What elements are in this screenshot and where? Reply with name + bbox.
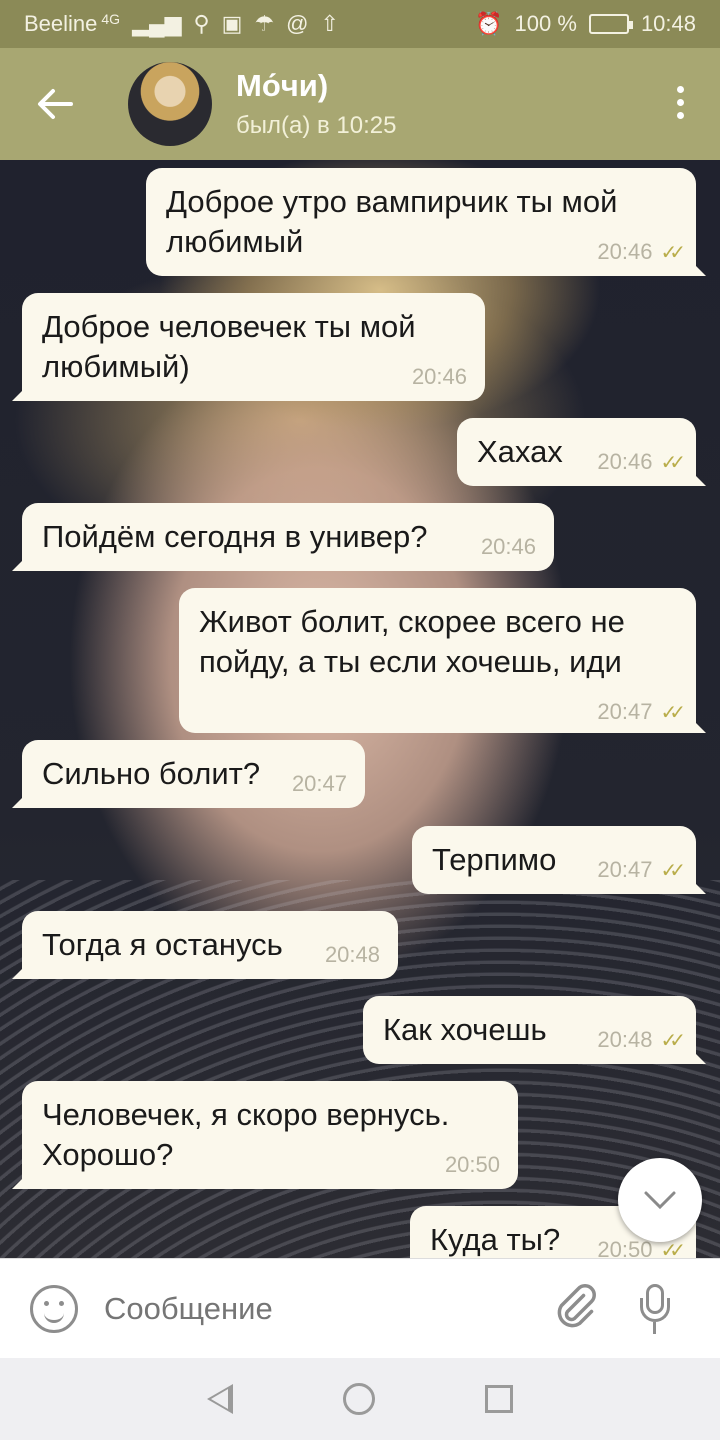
message-time: 20:48 (597, 1027, 653, 1052)
clock: 10:48 (640, 11, 696, 36)
message-time: 20:50 (444, 1152, 500, 1177)
nav-home-icon[interactable] (343, 1383, 375, 1415)
scroll-down-button[interactable] (618, 1158, 702, 1242)
read-ticks-icon: ✓✓ (660, 1030, 685, 1052)
message-time: 20:46 (411, 364, 467, 389)
emoji-icon[interactable] (30, 1284, 78, 1333)
avatar[interactable] (128, 62, 212, 146)
status-bar: Beeline 4G ▂▄▆ ⚲ ▣ ☂ @ ⇧ ⏰ 100 % 10:48 (0, 0, 720, 48)
message-time: 20:46 (480, 534, 536, 559)
message-incoming[interactable]: Сильно болит? 20:47 (22, 740, 365, 808)
message-time: 20:47 (597, 857, 653, 882)
arrow-left-icon[interactable] (0, 48, 110, 160)
message-time: 20:48 (324, 942, 380, 967)
message-text: Живот болит, скорее всего не пойду, а ты… (199, 604, 625, 679)
signal-icon: ▂▄▆ (132, 11, 182, 36)
nav-recents-icon[interactable] (485, 1385, 513, 1413)
contact-info[interactable]: Мо́чи) был(а) в 10:25 (236, 68, 396, 140)
message-text: Доброе утро вампирчик ты мой любимый (166, 184, 618, 259)
read-ticks-icon: ✓✓ (660, 860, 685, 882)
message-time: 20:46 (597, 239, 653, 264)
battery-icon (588, 14, 633, 34)
more-vert-icon[interactable] (677, 86, 684, 119)
message-incoming[interactable]: Доброе человечек ты мой любимый) 20:46 (22, 293, 485, 401)
message-outgoing[interactable]: Живот болит, скорее всего не пойду, а ты… (179, 588, 696, 733)
message-time: 20:47 (597, 699, 653, 724)
chevron-down-icon (644, 1191, 676, 1210)
message-outgoing[interactable]: Терпимо 20:47 ✓✓ (412, 826, 696, 894)
read-ticks-icon: ✓✓ (660, 242, 685, 264)
message-text: Доброе человечек ты мой любимый) (42, 309, 416, 384)
message-text: Куда ты? (430, 1222, 561, 1257)
last-seen-status: был(а) в 10:25 (236, 112, 397, 139)
message-text: Тогда я останусь (42, 927, 283, 962)
paperclip-icon[interactable] (537, 1274, 606, 1343)
message-time: 20:50 (597, 1237, 653, 1259)
contact-name: Мо́чи) (236, 68, 329, 103)
nav-back-icon[interactable] (207, 1384, 233, 1414)
message-text: Терпимо (432, 842, 557, 877)
alarm-icon: ⏰ (475, 11, 503, 36)
message-outgoing[interactable]: Доброе утро вампирчик ты мой любимый 20:… (146, 168, 696, 276)
search-notification-icon: ⚲ (193, 11, 210, 36)
message-text: Сильно болит? (42, 756, 261, 791)
read-ticks-icon: ✓✓ (660, 702, 685, 724)
message-input[interactable] (104, 1290, 524, 1327)
message-incoming[interactable]: Тогда я останусь 20:48 (22, 911, 398, 979)
umbrella-notification-icon: ☂ (254, 11, 275, 36)
message-incoming[interactable]: Пойдём сегодня в универ? 20:46 (22, 503, 554, 571)
system-navigation-bar (0, 1358, 720, 1440)
message-text: Человечек, я скоро вернусь. Хорошо? (42, 1097, 450, 1172)
upload-notification-icon: ⇧ (320, 11, 339, 36)
message-time: 20:47 (291, 771, 347, 796)
message-outgoing[interactable]: Как хочешь 20:48 ✓✓ (363, 996, 696, 1064)
message-list[interactable]: Доброе утро вампирчик ты мой любимый 20:… (0, 160, 720, 1258)
message-time: 20:46 (597, 449, 653, 474)
read-ticks-icon: ✓✓ (660, 1240, 685, 1258)
message-text: Как хочешь (383, 1012, 547, 1047)
chat-header: Мо́чи) был(а) в 10:25 (0, 48, 720, 160)
message-incoming[interactable]: Человечек, я скоро вернусь. Хорошо? 20:5… (22, 1081, 518, 1189)
image-notification-icon: ▣ (221, 11, 243, 36)
message-text: Хахах (477, 434, 563, 469)
message-text: Пойдём сегодня в универ? (42, 519, 428, 554)
message-composer (0, 1258, 720, 1358)
carrier-label: Beeline (24, 11, 98, 36)
microphone-icon[interactable] (640, 1282, 670, 1336)
read-ticks-icon: ✓✓ (660, 452, 685, 474)
message-outgoing[interactable]: Хахах 20:46 ✓✓ (457, 418, 696, 486)
at-notification-icon: @ (286, 11, 309, 36)
network-type-label: 4G (101, 11, 121, 27)
battery-percent: 100 % (514, 11, 577, 36)
